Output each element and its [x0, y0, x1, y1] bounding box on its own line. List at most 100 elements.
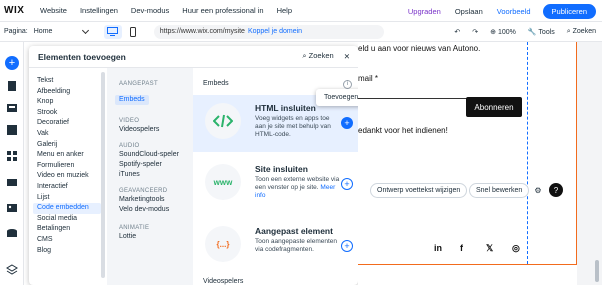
close-icon[interactable]: ✕	[344, 52, 350, 61]
linkedin-icon[interactable]: in	[434, 243, 442, 253]
text-style-icon[interactable]	[6, 124, 18, 136]
wrench-icon: 🔧	[527, 29, 539, 36]
site-canvas	[358, 42, 602, 285]
tools-menu[interactable]: 🔧 Tools	[528, 28, 555, 36]
tools-label: Tools	[538, 29, 555, 36]
change-footer-design-button[interactable]: Ontwerp voettekst wijzigen	[370, 183, 468, 198]
add-element-button[interactable]: +	[341, 117, 353, 129]
connect-domain-link[interactable]: Koppel je domein	[248, 28, 302, 35]
menu-settings[interactable]: Instellingen	[80, 6, 118, 15]
category-item[interactable]: Blog	[29, 246, 107, 257]
thanks-message[interactable]: edankt voor het indienen!	[358, 126, 448, 135]
category-item[interactable]: Decoratief	[29, 118, 107, 129]
add-element-button[interactable]: +	[341, 240, 353, 252]
section-title: Embeds	[203, 80, 229, 87]
subcategory-item[interactable]: Marketingtools	[119, 195, 193, 205]
menu-website[interactable]: Website	[40, 6, 67, 15]
gridline	[527, 42, 528, 264]
quick-edit-button[interactable]: Snel bewerken	[469, 183, 530, 198]
panel-search[interactable]: ⌕ Zoeken	[302, 51, 333, 61]
subcategory-item[interactable]: SoundCloud-speler	[119, 150, 193, 160]
panel-header: Elementen toevoegen ⌕ Zoeken ✕	[29, 46, 358, 68]
subcategory-item[interactable]: Spotify-speler	[119, 160, 193, 170]
search-label: Zoeken	[572, 28, 596, 35]
element-card-custom[interactable]: {...} Aangepast element Toon aangepaste …	[193, 218, 358, 275]
card-title: Site insluiten	[255, 164, 308, 174]
email-label[interactable]: mail *	[358, 74, 378, 83]
page-dropdown-value: Home	[33, 28, 53, 35]
layers-icon[interactable]	[6, 264, 18, 276]
category-item[interactable]: Social media	[29, 214, 107, 225]
canvas-scrollbar[interactable]	[595, 260, 599, 282]
design-icon[interactable]	[6, 102, 18, 114]
card-title: Aangepast element	[255, 226, 333, 236]
category-item[interactable]: Menu en anker	[29, 150, 107, 161]
category-item[interactable]: Lijst	[29, 193, 107, 204]
canvas-gutter	[577, 42, 602, 285]
category-item[interactable]: CMS	[29, 235, 107, 246]
curly-braces-icon: {...}	[205, 226, 241, 262]
left-tool-rail: +	[0, 42, 24, 285]
business-icon[interactable]	[6, 176, 18, 188]
url-bar[interactable]: https://www.wix.com/mysite Koppel je dom…	[153, 24, 384, 39]
mobile-icon	[129, 26, 136, 37]
chevron-down-icon	[81, 26, 89, 34]
redo-icon[interactable]: ↷	[472, 28, 478, 36]
zoom-control[interactable]: ⊕ 100%	[490, 28, 516, 36]
category-item[interactable]: Tekst	[29, 76, 107, 87]
instagram-icon[interactable]: ◎	[512, 243, 520, 254]
subcategory-item[interactable]: Velo dev-modus	[119, 205, 193, 215]
apps-icon[interactable]	[6, 150, 18, 162]
category-item-active[interactable]: Code embedden	[33, 203, 101, 214]
page-dropdown[interactable]: Home	[33, 26, 92, 35]
publish-button[interactable]: Publiceren	[542, 3, 596, 19]
add-element-button[interactable]: +	[341, 178, 353, 190]
category-item[interactable]: Strook	[29, 108, 107, 119]
search-button[interactable]: ⌕ Zoeken	[567, 28, 596, 36]
desktop-view-button[interactable]	[103, 24, 122, 39]
category-item[interactable]: Formulieren	[29, 161, 107, 172]
element-card-site[interactable]: www Site insluiten Toon een externe webs…	[193, 156, 358, 213]
card-title: HTML insluiten	[255, 103, 316, 113]
subcategory-item-active[interactable]: Embeds	[115, 95, 149, 105]
save-button[interactable]: Opslaan	[455, 7, 483, 16]
category-item[interactable]: Interactief	[29, 182, 107, 193]
subgroup-heading: VIDEO	[119, 118, 140, 124]
preview-button[interactable]: Voorbeeld	[497, 7, 531, 16]
site-url: https://www.wix.com/mysite	[159, 28, 245, 35]
category-item[interactable]: Vak	[29, 129, 107, 140]
category-item[interactable]: Afbeelding	[29, 87, 107, 98]
wix-logo[interactable]: WIX	[4, 5, 40, 16]
media-icon[interactable]	[6, 202, 18, 214]
subcategory-item[interactable]: Videospelers	[119, 125, 193, 135]
category-item[interactable]: Betalingen	[29, 224, 107, 235]
cms-icon[interactable]	[6, 228, 18, 240]
subscribe-button[interactable]: Abonneren	[466, 97, 522, 117]
category-item[interactable]: Knop	[29, 97, 107, 108]
mobile-view-button[interactable]	[124, 25, 142, 39]
category-item[interactable]: Galerij	[29, 140, 107, 151]
add-elements-panel: Elementen toevoegen ⌕ Zoeken ✕ Tekst Afb…	[29, 46, 358, 285]
gear-icon[interactable]: ⚙	[531, 183, 545, 197]
add-elements-icon[interactable]: +	[5, 56, 19, 70]
menu-help[interactable]: Help	[277, 6, 292, 15]
undo-icon[interactable]: ↶	[454, 28, 460, 36]
email-input[interactable]	[358, 98, 468, 99]
subcategory-item[interactable]: iTunes	[119, 170, 193, 180]
menu-dev-mode[interactable]: Dev-modus	[131, 6, 169, 15]
info-icon[interactable]: i	[343, 80, 352, 89]
help-icon[interactable]: ?	[549, 183, 563, 197]
upgrade-link[interactable]: Upgraden	[408, 7, 441, 16]
category-item[interactable]: Video en muziek	[29, 171, 107, 182]
zoom-icon: ⊕	[490, 29, 498, 36]
subcategory-item[interactable]: Lottie	[119, 232, 193, 242]
page-label: Pagina:	[4, 28, 28, 35]
x-twitter-icon[interactable]: 𝕏	[486, 243, 493, 254]
pages-icon[interactable]	[6, 80, 18, 92]
desktop-icon	[107, 27, 119, 36]
newsletter-heading[interactable]: eld u aan voor nieuws van Autono.	[358, 44, 480, 53]
facebook-icon[interactable]: f	[460, 243, 463, 253]
category-scrollbar[interactable]	[101, 72, 105, 278]
category-list: Tekst Afbeelding Knop Strook Decoratief …	[29, 68, 107, 285]
menu-hire-professional[interactable]: Huur een professional in	[182, 6, 263, 15]
